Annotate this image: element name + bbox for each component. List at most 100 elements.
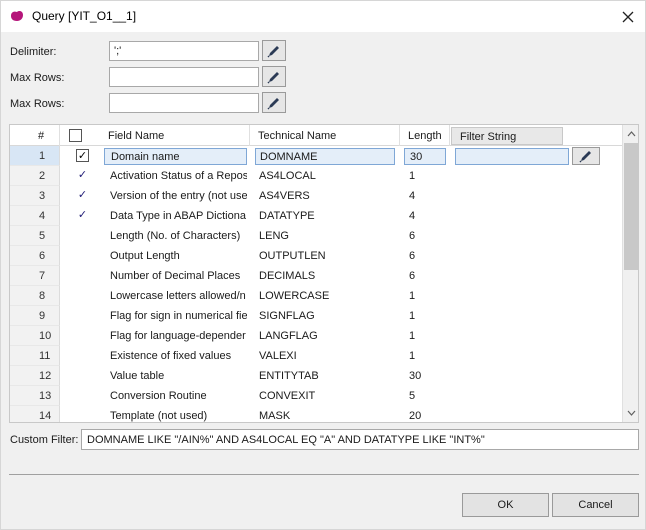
row-checkbox[interactable] (76, 289, 89, 302)
length-cell: 4 (409, 190, 416, 202)
delimiter-label: Delimiter: (10, 46, 57, 58)
table-row[interactable]: 13 Conversion Routine CONVEXIT 5 (10, 386, 622, 406)
field-name-cell: Output Length (110, 250, 180, 262)
field-name-cell: Version of the entry (not use (110, 190, 247, 202)
column-header-number[interactable]: # (10, 125, 60, 146)
row-checkbox[interactable] (76, 349, 89, 362)
delimiter-input[interactable]: ';' (109, 41, 259, 61)
column-header-field-name[interactable]: Field Name (100, 125, 250, 146)
technical-name-cell: LOWERCASE (259, 290, 330, 302)
table-row[interactable]: 3 ✓ Version of the entry (not use AS4VERS 4 (10, 186, 622, 206)
field-name-cell: Data Type in ABAP Dictiona (110, 210, 246, 222)
row-checkbox[interactable] (76, 329, 89, 342)
table-row[interactable]: 5 Length (No. of Characters) LENG 6 (10, 226, 622, 246)
ok-button[interactable]: OK (462, 493, 549, 517)
pencil-icon (267, 45, 279, 58)
scroll-up-button[interactable] (623, 127, 638, 141)
row-number: 2 (10, 166, 60, 186)
table-row[interactable]: 11 Existence of fixed values VALEXI 1 (10, 346, 622, 366)
footer-divider (9, 474, 639, 475)
technical-name-cell: ENTITYTAB (259, 370, 319, 382)
row-number: 11 (10, 346, 60, 366)
field-name-cell[interactable]: Domain name (104, 148, 247, 165)
table-row[interactable]: 12 Value table ENTITYTAB 30 (10, 366, 622, 386)
close-button[interactable] (615, 4, 641, 30)
cancel-button[interactable]: Cancel (552, 493, 639, 517)
scroll-down-button[interactable] (623, 406, 638, 420)
row-checkbox[interactable]: ✓ (76, 169, 89, 182)
table-row[interactable]: 7 Number of Decimal Places DECIMALS 6 (10, 266, 622, 286)
length-cell: 6 (409, 270, 416, 282)
field-name-cell: Template (not used) (110, 410, 208, 422)
row-number: 10 (10, 326, 60, 346)
row-number: 7 (10, 266, 60, 286)
table-row[interactable]: 8 Lowercase letters allowed/n LOWERCASE 1 (10, 286, 622, 306)
field-name-cell: Value table (110, 370, 165, 382)
field-name-cell: Length (No. of Characters) (110, 230, 241, 242)
length-cell: 4 (409, 210, 416, 222)
field-name-cell: Flag for language-depender (110, 330, 246, 342)
length-cell: 6 (409, 230, 416, 242)
filter-edit-button[interactable] (572, 147, 600, 165)
row-checkbox[interactable]: ✓ (76, 149, 89, 162)
technical-name-cell: LANGFLAG (259, 330, 318, 342)
table-row[interactable]: 1 ✓ Domain name DOMNAME 30 (10, 146, 622, 166)
length-cell[interactable]: 30 (404, 148, 446, 165)
row-checkbox[interactable] (76, 249, 89, 262)
grid-rows: 1 ✓ Domain name DOMNAME 30 2 ✓ Activation Statu… (10, 146, 622, 422)
length-cell: 1 (409, 350, 416, 362)
field-name-cell: Number of Decimal Places (110, 270, 241, 282)
table-row[interactable]: 10 Flag for language-depender LANGFLAG 1 (10, 326, 622, 346)
table-row[interactable]: 9 Flag for sign in numerical fie SIGNFLAG 1 (10, 306, 622, 326)
table-row[interactable]: 2 ✓ Activation Status of a Repos AS4LOCAL 1 (10, 166, 622, 186)
row-checkbox[interactable]: ✓ (76, 189, 89, 202)
max-rows-input[interactable] (109, 67, 259, 87)
app-logo-icon (10, 10, 24, 22)
technical-name-cell: DATATYPE (259, 210, 315, 222)
select-all-checkbox[interactable] (69, 129, 82, 142)
technical-name-cell: DECIMALS (259, 270, 316, 282)
pencil-icon (579, 151, 591, 163)
field-name-cell: Activation Status of a Repos (110, 170, 247, 182)
row-checkbox[interactable] (76, 409, 89, 422)
fields-grid: # Field Name Technical Name Length Filte… (9, 124, 639, 423)
scroll-thumb[interactable] (624, 143, 638, 270)
row-checkbox[interactable]: ✓ (76, 209, 89, 222)
table-row[interactable]: 14 Template (not used) MASK 20 (10, 406, 622, 422)
close-icon (622, 11, 634, 23)
max-rows-input-2[interactable] (109, 93, 259, 113)
table-row[interactable]: 6 Output Length OUTPUTLEN 6 (10, 246, 622, 266)
column-header-filter-string[interactable]: Filter String (451, 127, 563, 145)
row-number: 3 (10, 186, 60, 206)
table-row[interactable]: 4 ✓ Data Type in ABAP Dictiona DATATYPE 4 (10, 206, 622, 226)
technical-name-cell: SIGNFLAG (259, 310, 315, 322)
row-number: 13 (10, 386, 60, 406)
vertical-scrollbar[interactable] (622, 125, 638, 422)
length-cell: 6 (409, 250, 416, 262)
field-name-cell: Flag for sign in numerical fie (110, 310, 247, 322)
custom-filter-input[interactable]: DOMNAME LIKE "/AIN%" AND AS4LOCAL EQ "A"… (81, 429, 639, 450)
row-checkbox[interactable] (76, 369, 89, 382)
row-checkbox[interactable] (76, 389, 89, 402)
row-number: 14 (10, 406, 60, 422)
field-name-cell: Lowercase letters allowed/n (110, 290, 246, 302)
chevron-down-icon (627, 410, 635, 416)
row-checkbox[interactable] (76, 269, 89, 282)
row-checkbox[interactable] (76, 309, 89, 322)
length-cell: 5 (409, 390, 416, 402)
length-cell: 30 (409, 370, 422, 382)
length-cell: 1 (409, 330, 416, 342)
filter-string-input[interactable] (455, 148, 569, 165)
custom-filter-label: Custom Filter: (10, 434, 79, 446)
column-header-technical-name[interactable]: Technical Name (250, 125, 400, 146)
max-rows-edit-button[interactable] (262, 66, 286, 87)
row-checkbox[interactable] (76, 229, 89, 242)
technical-name-cell[interactable]: DOMNAME (255, 148, 395, 165)
column-header-length[interactable]: Length (400, 125, 450, 146)
field-name-cell: Conversion Routine (110, 390, 207, 402)
max-rows-edit-button-2[interactable] (262, 92, 286, 113)
window-title: Query [YIT_O1__1] (32, 9, 137, 23)
delimiter-edit-button[interactable] (262, 40, 286, 61)
pencil-icon (267, 71, 279, 84)
grid-header: # Field Name Technical Name Length Filte… (10, 125, 622, 146)
